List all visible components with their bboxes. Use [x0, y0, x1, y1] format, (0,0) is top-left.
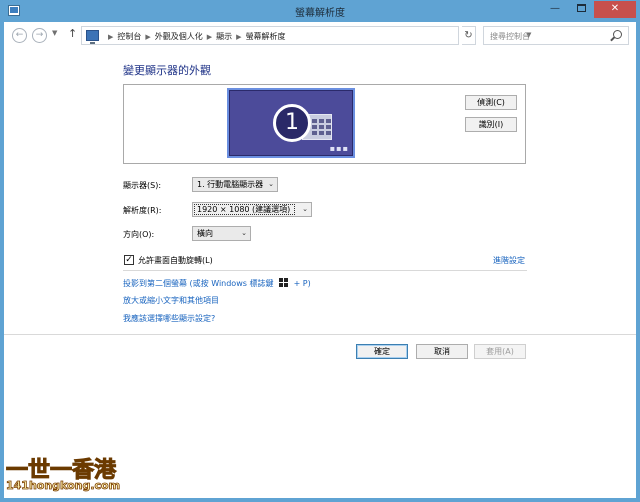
checkmark-icon: ✓ — [125, 255, 133, 265]
auto-rotate-checkbox[interactable]: ✓ — [124, 255, 134, 265]
back-arrow-icon: ← — [15, 30, 24, 40]
orientation-select-value: 橫向 — [197, 229, 213, 238]
chevron-right-icon[interactable]: ▶ — [108, 33, 113, 41]
watermark-url: 141hongkong.com — [6, 479, 121, 493]
ok-button[interactable]: 確定 — [356, 344, 408, 359]
chevron-down-icon: ⌄ — [241, 229, 247, 237]
breadcrumb-appearance[interactable]: 外觀及個人化 — [155, 32, 203, 41]
identify-button[interactable]: 識別(I) — [465, 117, 517, 132]
breadcrumb-display[interactable]: 顯示 — [216, 32, 232, 41]
chevron-right-icon[interactable]: ▶ — [207, 33, 212, 41]
breadcrumb: ▶ 控制台 ▶ 外觀及個人化 ▶ 顯示 ▶ 螢幕解析度 — [104, 31, 286, 42]
display-preview-area: 1 ▪▪▪ 偵測(C) 識別(I) — [123, 84, 526, 164]
minimize-icon: — — [550, 3, 560, 14]
control-panel-icon — [86, 30, 99, 44]
chevron-down-icon: ⌄ — [302, 205, 308, 213]
recent-pages-button[interactable]: ▼ — [52, 29, 57, 37]
search-placeholder: 搜尋控制台 — [490, 32, 530, 41]
project-second-screen-link[interactable]: 投影到第二個螢幕 (或按 Windows 標誌鍵 + P) — [123, 278, 311, 289]
watermark: 一世一香港 141hongkong.com — [4, 452, 132, 498]
title-bar[interactable]: 螢幕解析度 — ✕ — [0, 0, 640, 22]
display-select[interactable]: 1. 行動電腦顯示器 ⌄ — [192, 177, 278, 192]
navigation-bar: ← → ▼ ↑ ▶ 控制台 ▶ 外觀及個人化 ▶ 顯示 ▶ 螢幕解析度 ▼ ↻ 搜尋控制台 — [4, 22, 636, 48]
minimize-button[interactable]: — — [542, 1, 568, 18]
breadcrumb-screen-resolution[interactable]: 螢幕解析度 — [246, 32, 286, 41]
orientation-label: 方向(O): — [123, 230, 155, 239]
monitor-number-badge: 1 — [273, 104, 311, 142]
which-settings-link[interactable]: 我應該選擇哪些顯示設定? — [123, 313, 215, 324]
maximize-button[interactable] — [568, 1, 594, 18]
address-bar[interactable]: ▶ 控制台 ▶ 外觀及個人化 ▶ 顯示 ▶ 螢幕解析度 ▼ — [81, 26, 531, 45]
search-icon[interactable] — [613, 30, 622, 39]
project-link-text: 投影到第二個螢幕 (或按 Windows 標誌鍵 — [123, 279, 274, 288]
orientation-select[interactable]: 橫向 ⌄ — [192, 226, 251, 241]
focus-rectangle — [194, 204, 295, 215]
windows-logo-icon — [279, 278, 289, 287]
resolution-label: 解析度(R): — [123, 206, 162, 215]
window-frame: 螢幕解析度 — ✕ ← → ▼ ↑ ▶ 控制台 ▶ 外觀及個人化 ▶ 顯示 ▶ 螢幕解析度 ▼… — [0, 0, 640, 502]
chevron-right-icon[interactable]: ▶ — [145, 33, 150, 41]
close-icon: ✕ — [610, 3, 620, 14]
display-select-value: 1. 行動電腦顯示器 — [197, 180, 264, 189]
divider — [123, 270, 527, 271]
advanced-settings-link[interactable]: 進階設定 — [493, 255, 525, 266]
chevron-down-icon: ⌄ — [268, 180, 274, 188]
up-button[interactable]: ↑ — [68, 27, 77, 40]
forward-button[interactable]: → — [32, 28, 47, 43]
footer-divider — [4, 334, 636, 335]
auto-rotate-label[interactable]: 允許畫面自動旋轉(L) — [138, 255, 213, 266]
refresh-icon: ↻ — [464, 30, 473, 41]
project-link-shortcut: + P) — [293, 279, 311, 288]
detect-button[interactable]: 偵測(C) — [465, 95, 517, 110]
refresh-button[interactable]: ↻ — [462, 26, 476, 45]
resolution-select[interactable]: 1920 × 1080 (建議選項) ⌄ — [192, 202, 312, 217]
search-box[interactable]: 搜尋控制台 — [483, 26, 629, 45]
text-size-link[interactable]: 放大或縮小文字和其他項目 — [123, 295, 219, 306]
monitor-preview[interactable]: 1 ▪▪▪ — [227, 88, 355, 158]
apply-button[interactable]: 套用(A) — [474, 344, 526, 359]
forward-arrow-icon: → — [35, 30, 44, 40]
close-button[interactable]: ✕ — [594, 1, 636, 18]
display-label: 顯示器(S): — [123, 181, 162, 190]
window-client: ← → ▼ ↑ ▶ 控制台 ▶ 外觀及個人化 ▶ 顯示 ▶ 螢幕解析度 ▼ ↻ 搜尋控制台 變… — [4, 22, 636, 498]
page-heading: 變更顯示器的外觀 — [123, 64, 211, 77]
charms-dots-icon: ▪▪▪ — [329, 144, 349, 153]
cancel-button[interactable]: 取消 — [416, 344, 468, 359]
maximize-icon — [576, 4, 586, 12]
breadcrumb-control-panel[interactable]: 控制台 — [117, 32, 141, 41]
chevron-right-icon[interactable]: ▶ — [236, 33, 241, 41]
back-button[interactable]: ← — [12, 28, 27, 43]
